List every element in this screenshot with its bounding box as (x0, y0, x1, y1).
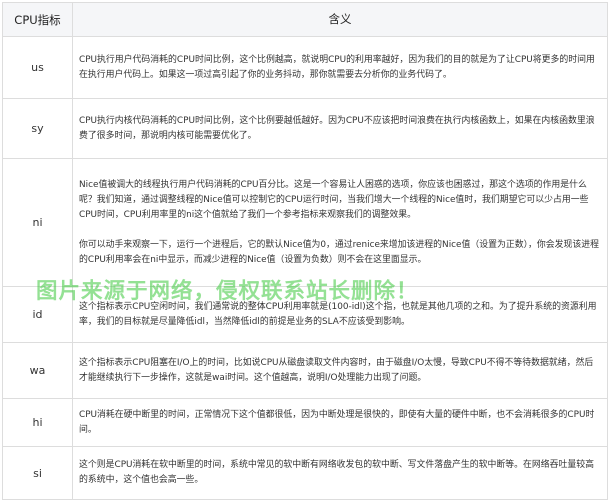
metric-key: ni (3, 159, 73, 286)
metric-desc: 这个则是CPU消耗在软中断里的时间，系统中常见的软中断有网络收发包的软中断、写文… (73, 447, 607, 499)
desc-para: CPU执行用户代码消耗的CPU时间比例，这个比例越高，就说明CPU的利用率越好，… (79, 54, 595, 80)
desc-para: 你可以动手来观察一下，运行一个进程后，它的默认Nice值为0，通过renice来… (79, 239, 600, 265)
metric-key: wa (3, 343, 73, 398)
desc-para: CPU执行内核代码消耗的CPU时间比例，这个比例要越低越好。因为CPU不应该把时… (79, 115, 595, 141)
desc-para: 这个指标表示CPU阻塞在I/O上的时间，比如说CPU从磁盘读取文件内容时，由于磁… (79, 357, 594, 383)
table-row: id 这个指标表示CPU空闲时间，我们通常说的整体CPU利用率就是(100-id… (3, 287, 607, 343)
table-row: ni Nice值被调大的线程执行用户代码消耗的CPU百分比。这是一个容易让人困惑… (3, 159, 607, 287)
table-row: hi CPU消耗在硬中断里的时间，正常情况下这个值都很低，因为中断处理是很快的，… (3, 399, 607, 447)
desc-para: Nice值被调大的线程执行用户代码消耗的CPU百分比。这是一个容易让人困惑的选项… (79, 179, 589, 220)
table-row: wa 这个指标表示CPU阻塞在I/O上的时间，比如说CPU从磁盘读取文件内容时，… (3, 343, 607, 399)
metric-key: sy (3, 99, 73, 158)
header-meaning: 含义 (328, 12, 352, 26)
table-row: us CPU执行用户代码消耗的CPU时间比例，这个比例越高，就说明CPU的利用率… (3, 37, 607, 99)
metric-desc: 这个指标表示CPU阻塞在I/O上的时间，比如说CPU从磁盘读取文件内容时，由于磁… (73, 343, 607, 398)
metric-key: id (3, 287, 73, 342)
table-row: si 这个则是CPU消耗在软中断里的时间，系统中常见的软中断有网络收发包的软中断… (3, 447, 607, 499)
header-cpu-metric: CPU指标 (3, 3, 73, 36)
table-header: CPU指标 含义 (3, 3, 607, 37)
desc-para: 这个指标表示CPU空闲时间，我们通常说的整体CPU利用率就是(100-idl)这… (79, 301, 597, 327)
metric-desc: CPU执行内核代码消耗的CPU时间比例，这个比例要越低越好。因为CPU不应该把时… (73, 99, 607, 158)
metric-key: us (3, 37, 73, 98)
metric-desc: CPU执行用户代码消耗的CPU时间比例，这个比例越高，就说明CPU的利用率越好，… (73, 37, 607, 98)
metric-desc: Nice值被调大的线程执行用户代码消耗的CPU百分比。这是一个容易让人困惑的选项… (73, 159, 607, 286)
table-row: sy CPU执行内核代码消耗的CPU时间比例，这个比例要越低越好。因为CPU不应… (3, 99, 607, 159)
metric-key: hi (3, 399, 73, 446)
desc-para: CPU消耗在硬中断里的时间，正常情况下这个值都很低，因为中断处理是很快的，即使有… (79, 409, 595, 435)
cpu-metrics-table: CPU指标 含义 us CPU执行用户代码消耗的CPU时间比例，这个比例越高，就… (2, 2, 608, 500)
metric-desc: CPU消耗在硬中断里的时间，正常情况下这个值都很低，因为中断处理是很快的，即使有… (73, 399, 607, 446)
metric-desc: 这个指标表示CPU空闲时间，我们通常说的整体CPU利用率就是(100-idl)这… (73, 287, 607, 342)
desc-para: 这个则是CPU消耗在软中断里的时间，系统中常见的软中断有网络收发包的软中断、写文… (79, 460, 595, 485)
metric-key: si (3, 447, 73, 499)
